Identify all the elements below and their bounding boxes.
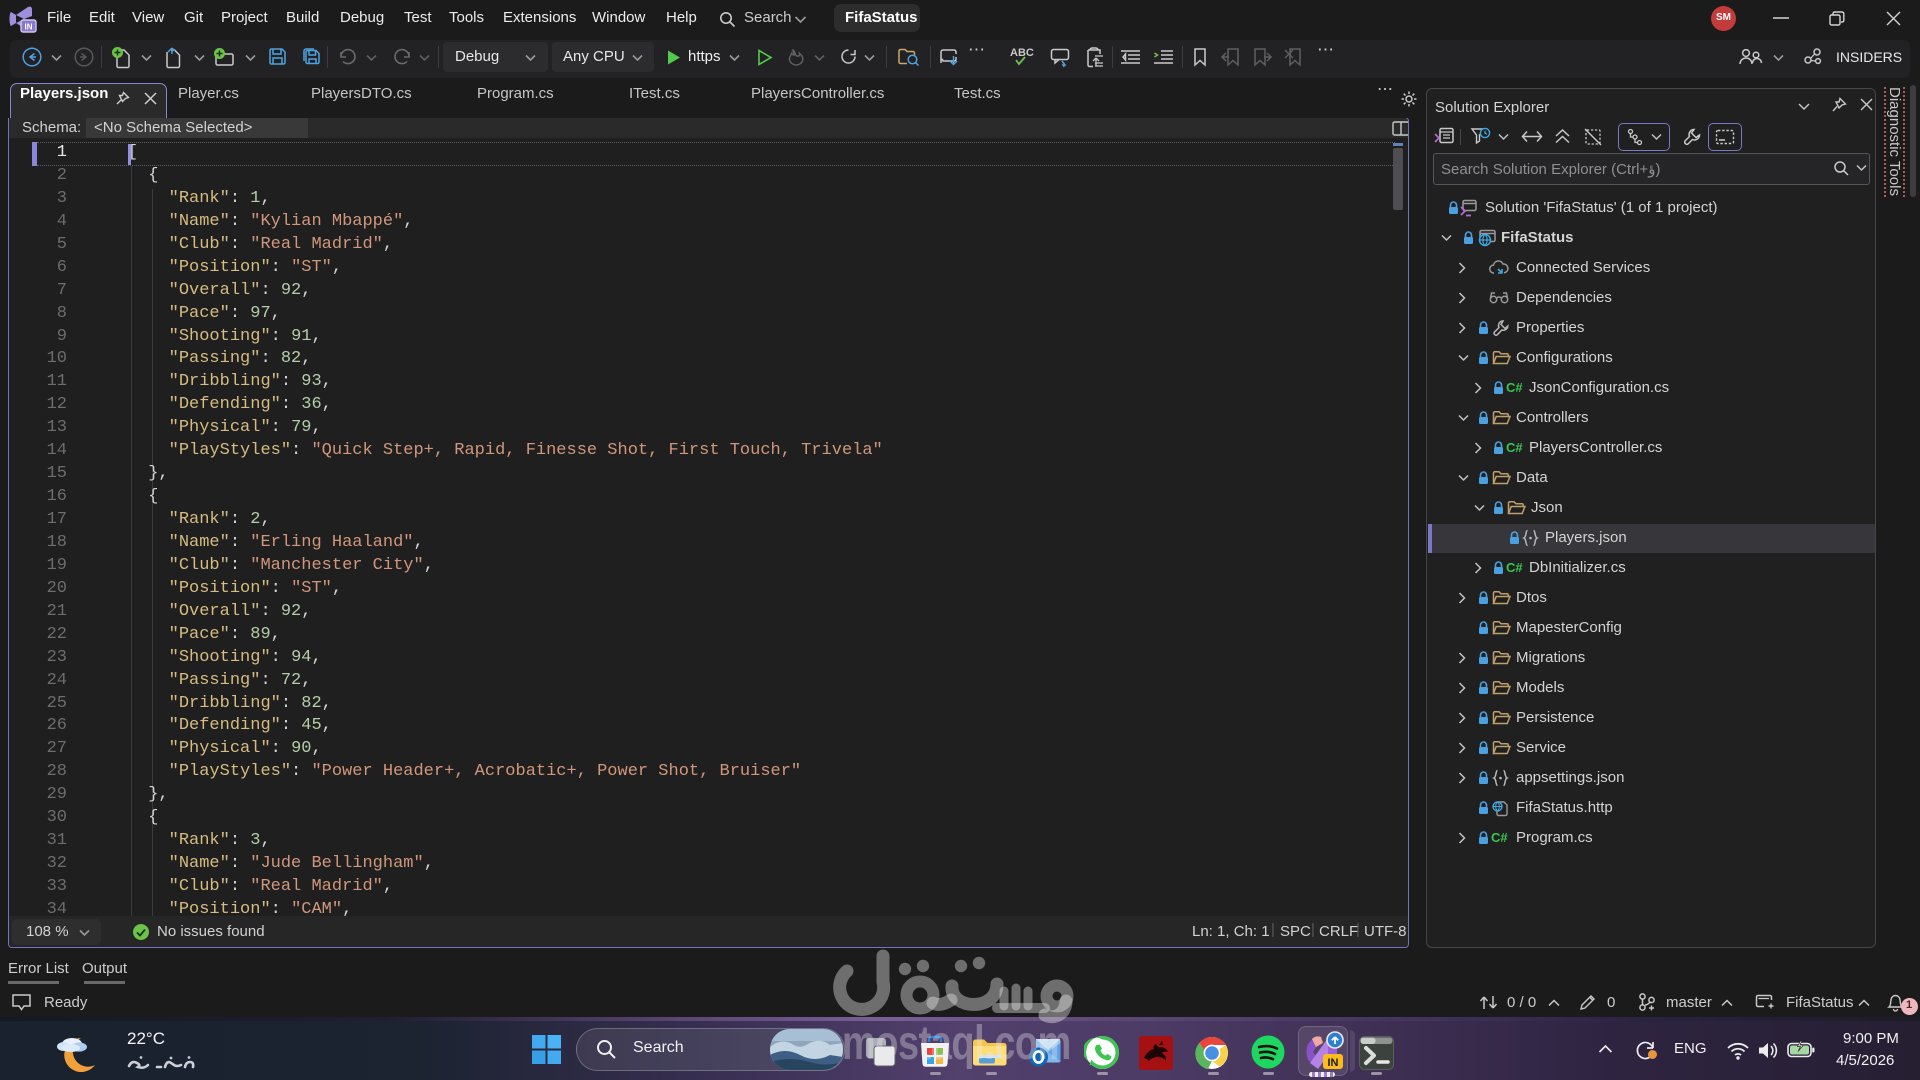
svg-text:IN: IN bbox=[25, 23, 33, 32]
svg-text:IN: IN bbox=[1328, 1057, 1339, 1069]
svg-text:ABC: ABC bbox=[1010, 47, 1034, 59]
